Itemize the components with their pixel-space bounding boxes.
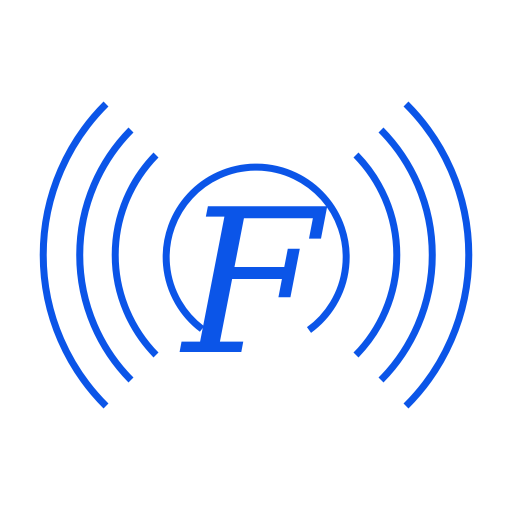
- app-icon: F: [0, 0, 512, 512]
- letter-f-logo: F: [179, 167, 328, 400]
- logo-letter: F: [179, 167, 328, 400]
